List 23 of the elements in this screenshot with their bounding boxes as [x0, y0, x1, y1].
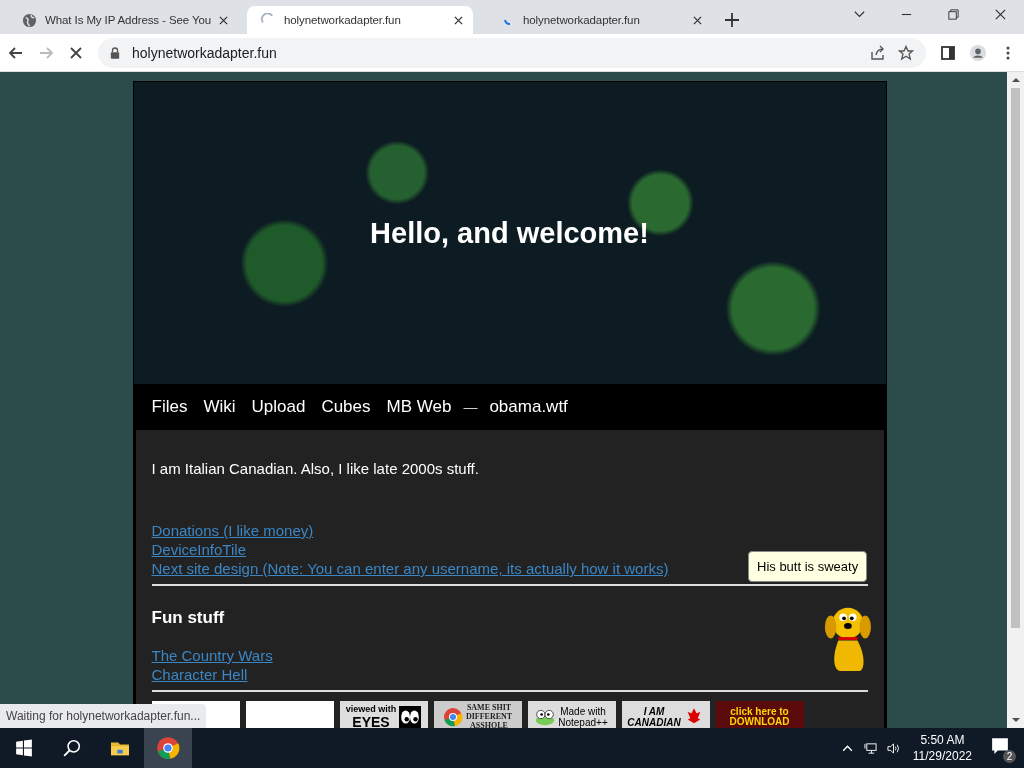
badge-text: click here to	[730, 706, 789, 717]
badge-text: EYES	[352, 713, 390, 728]
clock-time: 5:50 AM	[920, 732, 965, 748]
badge-text: DOWNLOAD	[729, 716, 790, 727]
badge-text: viewed with	[345, 703, 397, 714]
welcome-heading: Hello, and welcome!	[370, 216, 649, 250]
badge-text: Made with	[560, 705, 606, 717]
clock-date: 11/29/2022	[912, 748, 972, 764]
badge-text: ASSHOLE	[470, 721, 508, 728]
tab-title: holynetworkadapter.fun	[284, 14, 402, 26]
section-heading: Fun stuff	[151, 608, 226, 628]
badge-text: CANADIAN	[627, 716, 681, 728]
notification-count: 2	[1003, 750, 1016, 763]
badge-text: SAME SHIT	[466, 703, 512, 712]
speech-bubble: His butt is sweaty	[748, 551, 868, 582]
badge-text: Notepad++	[558, 716, 608, 728]
intro-text: I am Italian Canadian. Also, I like late 2000s stuff.	[151, 460, 480, 477]
badge-text: I AM	[643, 705, 665, 717]
nav-separator: —	[463, 399, 478, 415]
loading-status-toast: Waiting for holynetworkadapter.fun...	[0, 704, 207, 728]
tab-title: holynetworkadapter.fun	[523, 14, 641, 26]
badge-text: DIFFERENT	[465, 712, 513, 721]
tab-title: What Is My IP Address - See You	[45, 14, 212, 26]
